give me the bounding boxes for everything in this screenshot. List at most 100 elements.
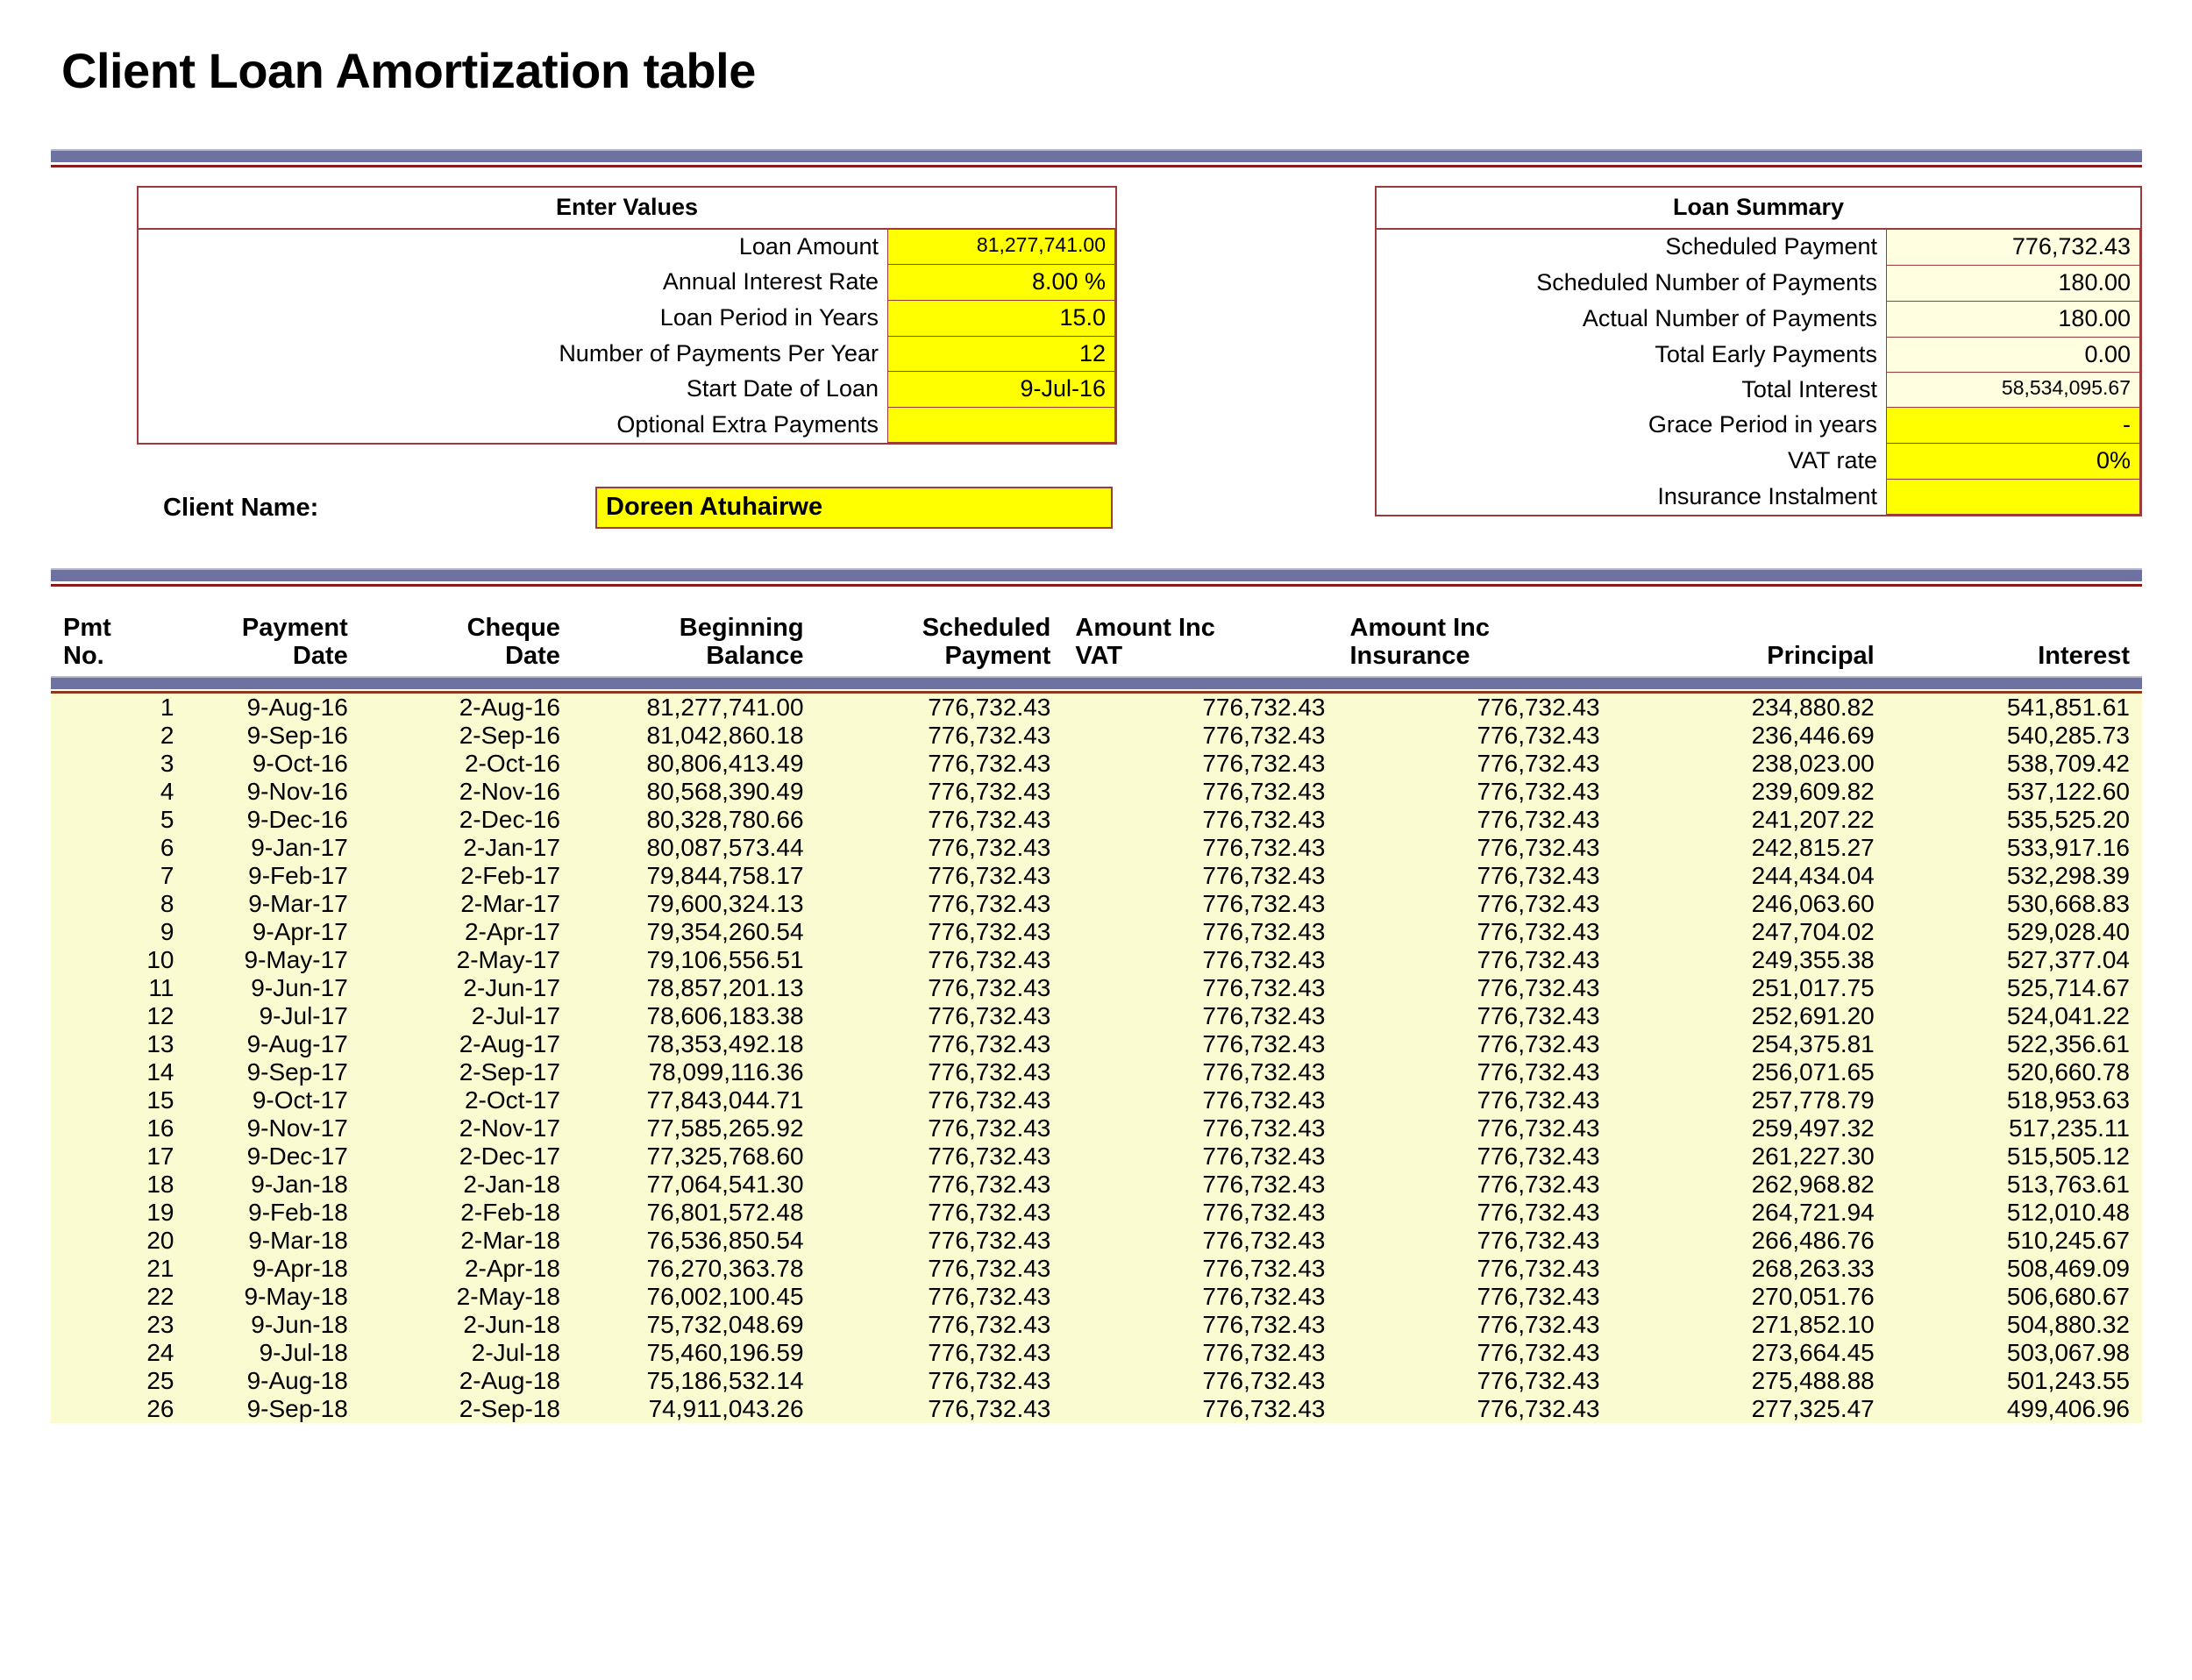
table-cell: 776,732.43 — [1337, 1086, 1612, 1114]
panel-row: Scheduled Number of Payments 180.00 — [1377, 264, 2140, 302]
table-cell: 776,732.43 — [1337, 833, 1612, 862]
table-cell: 776,732.43 — [1063, 1198, 1338, 1227]
table-cell: 776,732.43 — [1337, 1198, 1612, 1227]
table-cell: 2-Oct-17 — [359, 1086, 573, 1114]
table-header-row: Pmt No. Payment Date Cheque Date Beginning … — [51, 614, 2142, 676]
table-cell: 776,732.43 — [1337, 777, 1612, 806]
table-cell: 9-Sep-17 — [186, 1057, 360, 1086]
table-cell: 277,325.47 — [1612, 1394, 1887, 1423]
table-cell: 776,732.43 — [815, 1310, 1064, 1339]
table-cell: 776,732.43 — [815, 1394, 1064, 1423]
panel-row-value[interactable]: 15.0 — [887, 299, 1115, 337]
table-column-header: Principal — [1767, 642, 1875, 671]
table-cell: 776,732.43 — [1063, 1086, 1338, 1114]
panel-row-value[interactable]: 0% — [1886, 443, 2140, 481]
panel-row-value[interactable]: - — [1886, 407, 2140, 445]
table-cell: 9-Aug-18 — [186, 1366, 360, 1395]
table-cell: 77,064,541.30 — [572, 1170, 816, 1199]
table-cell: 776,732.43 — [1337, 1254, 1612, 1283]
table-cell: 508,469.09 — [1886, 1254, 2142, 1283]
panel-row: Start Date of Loan 9-Jul-16 — [139, 371, 1115, 409]
amortization-table: Pmt No. Payment Date Cheque Date Beginning … — [51, 614, 2142, 1423]
table-cell: 776,732.43 — [815, 805, 1064, 834]
table-cell: 271,852.10 — [1612, 1310, 1887, 1339]
table-cell: 2-Oct-16 — [359, 749, 573, 778]
table-body: 1 9-Aug-16 2-Aug-16 81,277,741.00 776,732.43… — [51, 693, 2142, 1423]
table-cell: 78,857,201.13 — [572, 973, 816, 1002]
table-column-header: Amount Inc Insurance — [1349, 614, 1491, 671]
table-cell: 9-Dec-17 — [186, 1142, 360, 1171]
table-cell: 776,732.43 — [1063, 1142, 1338, 1171]
table-cell: 776,732.43 — [815, 693, 1064, 722]
table-row: 22 9-May-18 2-May-18 76,002,100.45 776,732.4… — [51, 1282, 2142, 1311]
table-cell: 520,660.78 — [1886, 1057, 2142, 1086]
table-cell: 9-Oct-16 — [186, 749, 360, 778]
table-cell: 76,801,572.48 — [572, 1198, 816, 1227]
table-cell: 273,664.45 — [1612, 1338, 1887, 1367]
table-cell: 776,732.43 — [1063, 1029, 1338, 1058]
table-cell: 2-Sep-17 — [359, 1057, 573, 1086]
panel-row-value[interactable] — [887, 407, 1115, 444]
table-cell: 76,536,850.54 — [572, 1226, 816, 1255]
table-cell: 9-Feb-18 — [186, 1198, 360, 1227]
table-cell: 776,732.43 — [1063, 833, 1338, 862]
panel-row-value[interactable] — [1886, 479, 2140, 515]
table-cell: 77,585,265.92 — [572, 1114, 816, 1143]
table-column-header: Pmt No. — [63, 614, 111, 671]
table-cell: 242,815.27 — [1612, 833, 1887, 862]
panel-row: Total Early Payments 0.00 — [1377, 336, 2140, 374]
table-cell: 80,806,413.49 — [572, 749, 816, 778]
table-cell: 236,446.69 — [1612, 721, 1887, 750]
divider-middle — [51, 568, 2142, 587]
table-cell: 79,600,324.13 — [572, 889, 816, 918]
table-cell: 533,917.16 — [1886, 833, 2142, 862]
table-cell: 776,732.43 — [1337, 749, 1612, 778]
table-cell: 259,497.32 — [1612, 1114, 1887, 1143]
table-cell: 9-Oct-17 — [186, 1086, 360, 1114]
table-cell: 776,732.43 — [815, 833, 1064, 862]
panel-row-label: Total Interest — [1377, 373, 1886, 409]
client-name-input[interactable]: Doreen Atuhairwe — [595, 487, 1113, 529]
table-cell: 80,087,573.44 — [572, 833, 816, 862]
table-row: 18 9-Jan-18 2-Jan-18 77,064,541.30 776,732.4… — [51, 1170, 2142, 1199]
client-name-label: Client Name: — [163, 493, 319, 522]
table-row: 11 9-Jun-17 2-Jun-17 78,857,201.13 776,732.4… — [51, 973, 2142, 1002]
panel-row: Scheduled Payment 776,732.43 — [1377, 229, 2140, 266]
panel-row-value[interactable]: 12 — [887, 335, 1115, 373]
table-cell: 9-Jun-18 — [186, 1310, 360, 1339]
panel-row-value[interactable]: 81,277,741.00 — [887, 229, 1115, 265]
table-cell: 776,732.43 — [1337, 805, 1612, 834]
table-column-header: Payment Date — [241, 614, 348, 671]
table-cell: 254,375.81 — [1612, 1029, 1887, 1058]
table-cell: 75,732,048.69 — [572, 1310, 816, 1339]
table-cell: 2-Sep-18 — [359, 1394, 573, 1423]
table-cell: 24 — [51, 1338, 187, 1367]
table-cell: 268,263.33 — [1612, 1254, 1887, 1283]
table-cell: 2-Nov-17 — [359, 1114, 573, 1143]
table-row: 1 9-Aug-16 2-Aug-16 81,277,741.00 776,732.43… — [51, 693, 2142, 722]
table-cell: 2-Dec-16 — [359, 805, 573, 834]
table-cell: 9-May-18 — [186, 1282, 360, 1311]
loan-summary-title: Loan Summary — [1377, 188, 2140, 230]
table-cell: 256,071.65 — [1612, 1057, 1887, 1086]
table-header-separator — [51, 675, 2142, 694]
table-row: 6 9-Jan-17 2-Jan-17 80,087,573.44 776,732.43… — [51, 833, 2142, 862]
table-cell: 537,122.60 — [1886, 777, 2142, 806]
table-cell: 264,721.94 — [1612, 1198, 1887, 1227]
table-cell: 776,732.43 — [1063, 973, 1338, 1002]
table-cell: 80,328,780.66 — [572, 805, 816, 834]
table-cell: 9 — [51, 917, 187, 946]
panel-row-value[interactable]: 9-Jul-16 — [887, 371, 1115, 409]
panel-row: Annual Interest Rate 8.00 % — [139, 263, 1115, 301]
table-cell: 776,732.43 — [1063, 1310, 1338, 1339]
table-cell: 776,732.43 — [1063, 749, 1338, 778]
table-row: 13 9-Aug-17 2-Aug-17 78,353,492.18 776,732.4… — [51, 1029, 2142, 1058]
table-cell: 776,732.43 — [815, 721, 1064, 750]
table-cell: 776,732.43 — [815, 973, 1064, 1002]
table-row: 2 9-Sep-16 2-Sep-16 81,042,860.18 776,732.43… — [51, 721, 2142, 750]
table-cell: 244,434.04 — [1612, 861, 1887, 890]
table-cell: 2-Feb-17 — [359, 861, 573, 890]
panel-row: VAT rate 0% — [1377, 443, 2140, 481]
panel-row-value[interactable]: 8.00 % — [887, 263, 1115, 301]
table-cell: 3 — [51, 749, 187, 778]
